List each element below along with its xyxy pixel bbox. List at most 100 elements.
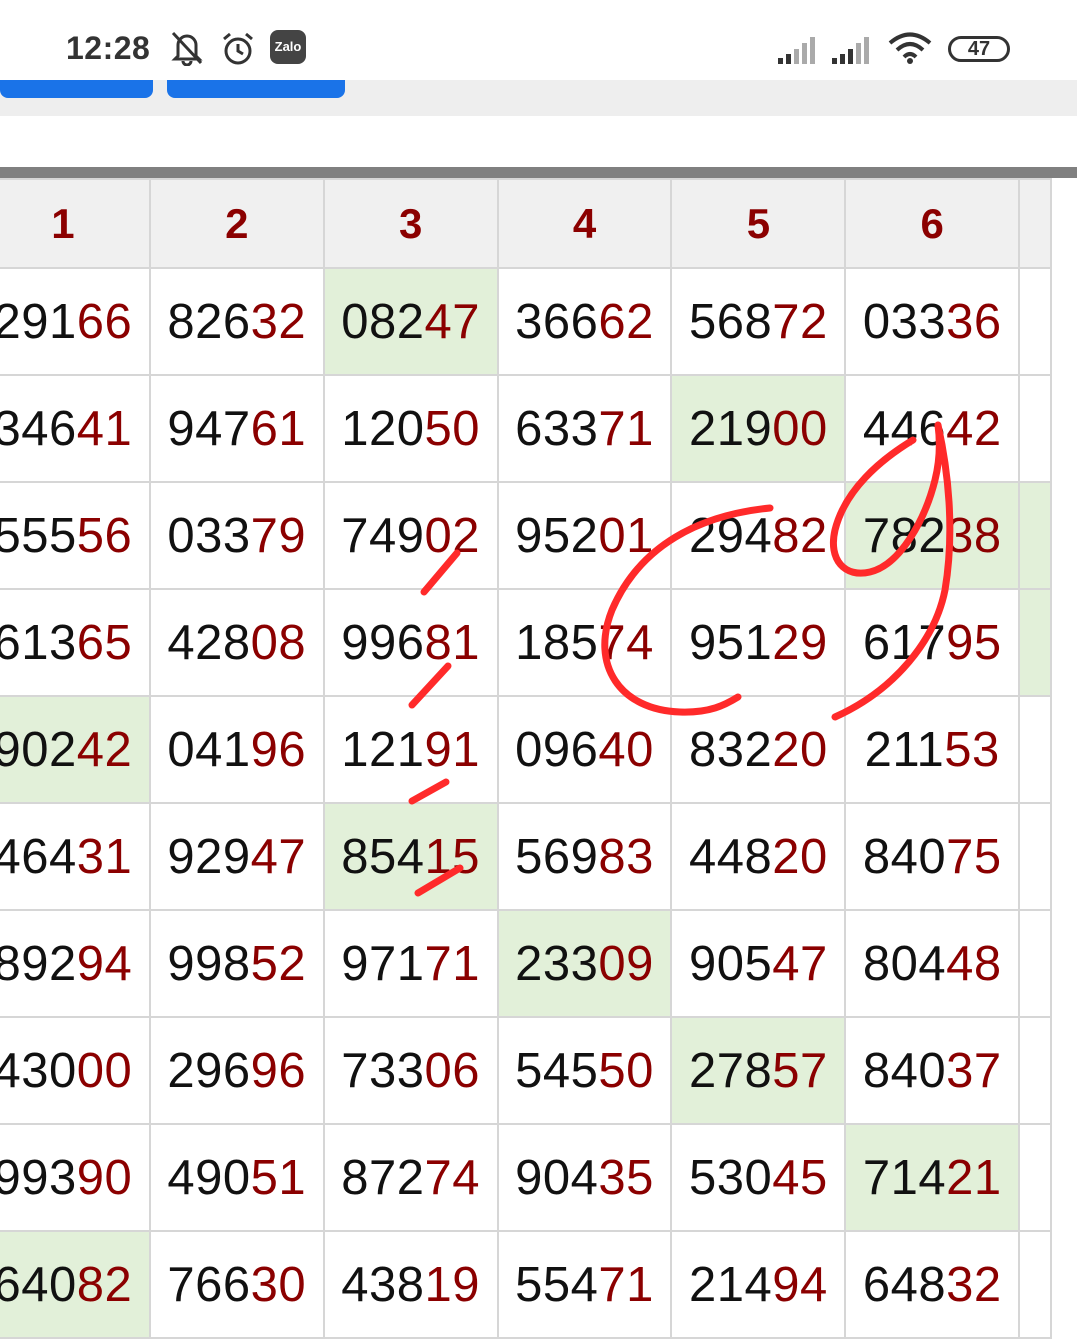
result-cell: 90242: [0, 695, 151, 804]
tab-strip: [0, 80, 1077, 116]
result-tail: 65: [76, 615, 133, 670]
result-tail: 82: [76, 1257, 133, 1312]
result-cell: 03336: [844, 267, 1021, 376]
result-tail: 09: [598, 936, 654, 991]
tab-button[interactable]: [0, 80, 153, 98]
result-tail: 94: [772, 1257, 828, 1312]
column-header: 2: [148, 178, 325, 269]
result-tail: 45: [772, 1150, 828, 1205]
result-cell: 80448: [844, 909, 1021, 1018]
result-cell: 44820: [670, 802, 847, 911]
result-cell: 53045: [670, 1123, 847, 1232]
table-top-rule: [0, 167, 1077, 178]
result-cell: 85415: [322, 802, 499, 911]
tab-button[interactable]: [167, 80, 345, 98]
result-cell: 34641: [0, 374, 151, 483]
result-prefix: 033: [167, 508, 251, 563]
result-tail: 32: [946, 1257, 1002, 1312]
table-row: 61365 42808 99681 18574 95129 61795: [0, 588, 1052, 697]
result-tail: 36: [946, 294, 1002, 349]
result-prefix: 446: [862, 401, 947, 456]
result-tail: 82: [772, 508, 828, 563]
wifi-icon: [888, 32, 932, 69]
result-prefix: 892: [0, 936, 77, 991]
overflow-cell: [1018, 695, 1052, 804]
zalo-icon: Zalo: [270, 30, 306, 64]
result-cell: 99852: [148, 909, 325, 1018]
result-prefix: 826: [167, 294, 251, 349]
result-cell: 12191: [322, 695, 499, 804]
overflow-cell: [1018, 588, 1052, 697]
result-prefix: 613: [0, 615, 77, 670]
result-tail: 62: [598, 294, 654, 349]
result-tail: 42: [946, 401, 1002, 456]
result-tail: 15: [424, 829, 481, 884]
result-tail: 06: [424, 1043, 481, 1098]
result-cell: 21494: [670, 1230, 847, 1339]
signal-icon: [832, 34, 876, 69]
result-cell: 90435: [496, 1123, 673, 1232]
result-tail: 47: [250, 829, 307, 884]
column-header: 1: [0, 178, 151, 269]
result-tail: 08: [250, 615, 307, 670]
bell-off-icon: [170, 30, 204, 71]
result-prefix: 233: [515, 936, 599, 991]
result-cell: 95201: [496, 481, 673, 590]
result-prefix: 554: [515, 1257, 599, 1312]
result-prefix: 211: [864, 722, 945, 777]
result-cell: 55556: [0, 481, 151, 590]
result-tail: 29: [772, 615, 828, 670]
result-tail: 30: [250, 1257, 307, 1312]
result-prefix: 033: [862, 294, 947, 349]
result-tail: 41: [76, 401, 133, 456]
result-cell: 43819: [322, 1230, 499, 1339]
result-prefix: 448: [688, 829, 773, 884]
result-prefix: 530: [688, 1150, 773, 1205]
result-tail: 40: [598, 722, 654, 777]
result-tail: 71: [424, 936, 481, 991]
result-cell: 92947: [148, 802, 325, 911]
result-cell: 55471: [496, 1230, 673, 1339]
result-prefix: 996: [341, 615, 425, 670]
result-prefix: 617: [862, 615, 947, 670]
result-tail: 42: [76, 722, 133, 777]
result-prefix: 749: [341, 508, 425, 563]
result-prefix: 490: [167, 1150, 251, 1205]
result-prefix: 714: [862, 1150, 947, 1205]
table-row: 64082 76630 43819 55471 21494 64832: [0, 1230, 1052, 1339]
result-cell: 95129: [670, 588, 847, 697]
result-tail: 19: [424, 1257, 481, 1312]
result-prefix: 648: [862, 1257, 947, 1312]
result-prefix: 464: [0, 829, 77, 884]
result-cell: 12050: [322, 374, 499, 483]
result-tail: 71: [598, 1257, 654, 1312]
result-prefix: 952: [515, 508, 599, 563]
result-prefix: 951: [688, 615, 773, 670]
result-prefix: 294: [688, 508, 773, 563]
result-prefix: 766: [167, 1257, 251, 1312]
result-tail: 71: [598, 401, 654, 456]
result-cell: 29696: [148, 1016, 325, 1125]
result-prefix: 905: [688, 936, 773, 991]
result-cell: 89294: [0, 909, 151, 1018]
table-row: 99390 49051 87274 90435 53045 71421: [0, 1123, 1052, 1232]
result-prefix: 555: [0, 508, 77, 563]
result-tail: 47: [424, 294, 481, 349]
result-tail: 20: [772, 829, 828, 884]
result-cell: 09640: [496, 695, 673, 804]
result-tail: 74: [598, 615, 654, 670]
result-cell: 99681: [322, 588, 499, 697]
column-header: 4: [496, 178, 673, 269]
result-cell: 44642: [844, 374, 1021, 483]
column-header-overflow: [1018, 178, 1052, 269]
table-row: 34641 94761 12050 63371 21900 44642: [0, 374, 1052, 483]
result-tail: 79: [250, 508, 307, 563]
result-prefix: 804: [862, 936, 947, 991]
table-row: 55556 03379 74902 95201 29482 78238: [0, 481, 1052, 590]
result-tail: 47: [772, 936, 828, 991]
result-cell: 63371: [496, 374, 673, 483]
result-prefix: 633: [515, 401, 599, 456]
result-tail: 48: [946, 936, 1002, 991]
table-row: 29166 82632 08247 36662 56872 03336: [0, 267, 1052, 376]
clock: 12:28: [66, 30, 151, 66]
